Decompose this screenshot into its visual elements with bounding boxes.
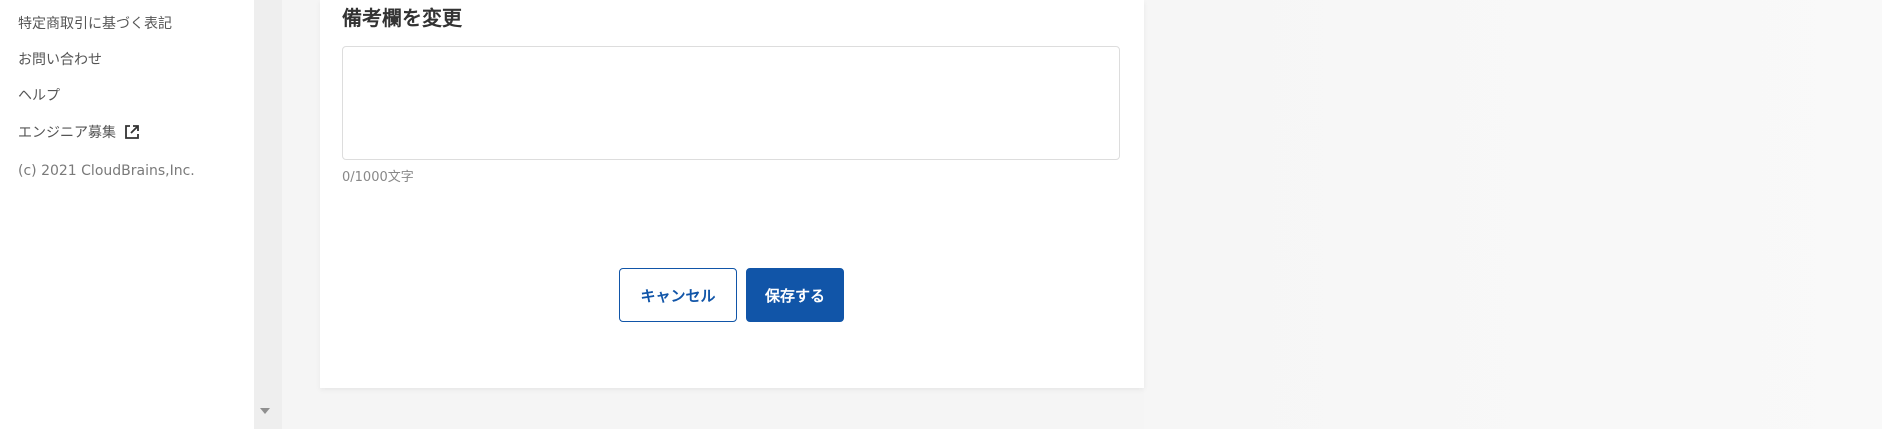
remarks-edit-card: 備考欄を変更 0/1000文字 キャンセル 保存する <box>320 0 1144 388</box>
sidebar-link-label: エンジニア募集 <box>18 125 116 141</box>
sidebar: 特定商取引に基づく表記 お問い合わせ ヘルプ エンジニア募集 (c) 2021 … <box>0 0 254 429</box>
copyright: (c) 2021 CloudBrains,Inc. <box>18 163 195 179</box>
scroll-down-arrow-icon[interactable] <box>260 408 270 414</box>
char-counter: 0/1000文字 <box>342 170 414 185</box>
sidebar-link-contact[interactable]: お問い合わせ <box>18 49 102 69</box>
cancel-button[interactable]: キャンセル <box>619 268 737 322</box>
sidebar-scrollbar[interactable] <box>254 0 282 429</box>
sidebar-link-label: 特定商取引に基づく表記 <box>18 16 172 32</box>
sidebar-link-commercial-transactions[interactable]: 特定商取引に基づく表記 <box>18 13 172 33</box>
page-background <box>1144 0 1882 429</box>
remarks-title: 備考欄を変更 <box>342 6 462 30</box>
external-link-icon <box>124 124 140 140</box>
sidebar-link-label: お問い合わせ <box>18 52 102 68</box>
sidebar-link-engineer-recruitment[interactable]: エンジニア募集 <box>18 122 140 142</box>
sidebar-link-label: ヘルプ <box>18 88 60 104</box>
sidebar-link-help[interactable]: ヘルプ <box>18 85 60 105</box>
save-button[interactable]: 保存する <box>746 268 844 322</box>
remarks-textarea[interactable] <box>342 46 1120 160</box>
